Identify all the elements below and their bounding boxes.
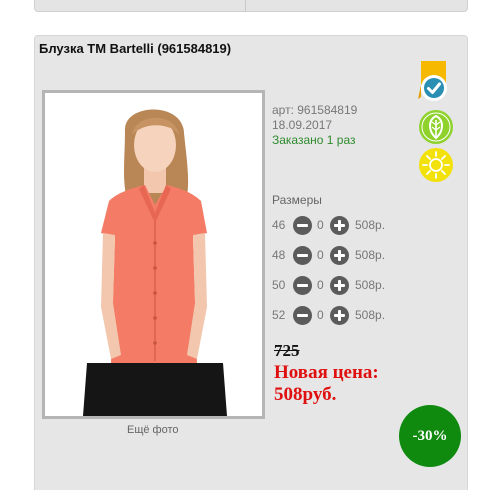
product-info: арт: 961584819 18.09.2017 Заказано 1 раз [272, 103, 357, 148]
decrease-quantity-button[interactable] [293, 306, 312, 325]
size-quantity: 0 [317, 218, 324, 232]
decrease-quantity-button[interactable] [293, 276, 312, 295]
new-price-value: 508руб. [274, 384, 337, 405]
old-price: 725 [274, 341, 300, 360]
size-price: 508р. [355, 218, 386, 232]
card-divider [245, 0, 246, 12]
size-price: 508р. [355, 308, 386, 322]
increase-quantity-button[interactable] [330, 306, 349, 325]
new-price-label: Новая цена: [274, 362, 379, 383]
size-quantity: 0 [317, 308, 324, 322]
more-photo-link[interactable]: Ещё фото [127, 424, 179, 436]
article-number: арт: 961584819 [272, 103, 358, 117]
check-badge-icon [418, 61, 447, 101]
product-photo-image [45, 93, 262, 416]
product-date: 18.09.2017 [272, 118, 333, 132]
product-title[interactable]: Блузка ТМ Bartelli (961584819) [39, 41, 231, 56]
discount-badge: -30% [399, 405, 461, 467]
size-label: 48 [272, 248, 286, 262]
product-card: Блузка ТМ Bartelli (961584819) Ещё фото … [34, 35, 468, 490]
size-label: 46 [272, 218, 286, 232]
sizes-heading: Размеры [272, 193, 322, 207]
decrease-quantity-button[interactable] [293, 216, 312, 235]
ordered-count: Заказано 1 раз [272, 133, 356, 147]
size-quantity: 0 [317, 278, 324, 292]
sun-icon [419, 148, 453, 182]
size-price: 508р. [355, 278, 386, 292]
size-quantity: 0 [317, 248, 324, 262]
increase-quantity-button[interactable] [330, 246, 349, 265]
new-price: Новая цена: 508руб. [274, 362, 424, 406]
product-photo[interactable] [42, 90, 265, 419]
leaf-icon [419, 110, 453, 144]
size-label: 52 [272, 308, 286, 322]
increase-quantity-button[interactable] [330, 276, 349, 295]
increase-quantity-button[interactable] [330, 216, 349, 235]
size-price: 508р. [355, 248, 386, 262]
previous-product-card [34, 0, 468, 12]
decrease-quantity-button[interactable] [293, 246, 312, 265]
size-label: 50 [272, 278, 286, 292]
